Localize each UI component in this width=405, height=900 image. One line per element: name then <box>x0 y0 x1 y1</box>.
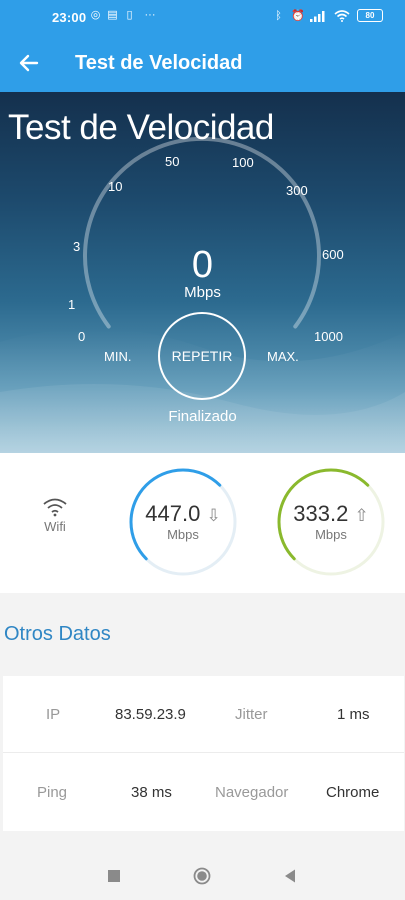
tick-label: 300 <box>286 183 308 198</box>
download-value: 447.0 <box>145 501 201 526</box>
download-value-row: 447.0 ⇩ <box>128 501 238 527</box>
current-speed: 0 <box>191 244 214 286</box>
tick-label: 50 <box>165 154 180 169</box>
upload-arrow-icon: ⇧ <box>354 506 369 525</box>
ip-label: IP <box>46 706 61 723</box>
upload-value: 333.2 <box>293 501 349 526</box>
test-status: Finalizado <box>168 408 237 425</box>
min-label: MIN. <box>104 349 132 364</box>
tick-label: 10 <box>108 179 123 194</box>
jitter-value: 1 ms <box>337 706 370 723</box>
upload-result: 333.2 ⇧ Mbps <box>276 467 386 577</box>
system-nav-bar <box>0 851 405 900</box>
repeat-button[interactable]: REPETIR <box>158 312 246 400</box>
back-nav-icon[interactable] <box>281 867 299 885</box>
tick-label: 0 <box>78 329 86 344</box>
data-row: Ping 38 ms Navegador Chrome <box>3 754 404 831</box>
app-bar: Test de Velocidad <box>0 34 405 92</box>
upload-value-row: 333.2 ⇧ <box>276 501 386 527</box>
max-label: MAX. <box>267 349 299 364</box>
data-row: IP 83.59.23.9 Jitter 1 ms <box>3 676 404 753</box>
home-icon[interactable] <box>193 867 211 885</box>
whatsapp-icon: ◎ <box>90 9 101 21</box>
jitter-label: Jitter <box>235 706 268 723</box>
results-panel: Wifi 447.0 ⇩ Mbps 333.2 ⇧ Mbps <box>0 453 405 593</box>
battery-icon: 80 <box>357 9 383 22</box>
system-icons: ᛒ ⏰ 80 <box>273 9 383 22</box>
ping-value: 38 ms <box>131 784 172 801</box>
app-bar-title: Test de Velocidad <box>75 52 243 74</box>
ip-value: 83.59.23.9 <box>115 706 186 723</box>
browser-value: Chrome <box>326 784 380 801</box>
tick-label: 1000 <box>314 329 343 344</box>
more-notifications-icon: ··· <box>144 9 156 21</box>
download-result: 447.0 ⇩ Mbps <box>128 467 238 577</box>
recents-icon[interactable] <box>105 867 123 885</box>
connection-label: Wifi <box>44 519 66 534</box>
bluetooth-icon: ᛒ <box>275 9 282 22</box>
connection-type: Wifi <box>30 497 80 534</box>
speed-test-panel: Test de Velocidad 0 1 3 10 50 100 300 60… <box>0 92 405 453</box>
download-arrow-icon: ⇩ <box>206 506 221 525</box>
signal-icon <box>310 10 325 22</box>
download-unit: Mbps <box>167 527 199 542</box>
browser-label: Navegador <box>215 784 289 801</box>
news-icon: ▤ <box>107 9 118 21</box>
alarm-icon: ⏰ <box>291 9 305 22</box>
status-time: 23:00 <box>52 10 87 25</box>
ping-label: Ping <box>37 784 68 801</box>
wifi-status-icon <box>334 9 350 22</box>
notification-icons: ◎ ▤ ▯ ··· <box>90 9 159 21</box>
other-data-card: IP 83.59.23.9 Jitter 1 ms Ping 38 ms Nav… <box>3 676 404 831</box>
wifi-icon <box>43 498 67 517</box>
upload-unit: Mbps <box>315 527 347 542</box>
current-speed-unit: Mbps <box>184 284 221 301</box>
hero-title: Test de Velocidad <box>8 108 274 147</box>
back-arrow-icon[interactable] <box>16 50 42 76</box>
other-data-title: Otros Datos <box>4 623 111 645</box>
status-bar: 23:00 ◎ ▤ ▯ ··· ᛒ ⏰ 80 <box>0 0 405 34</box>
sd-card-icon: ▯ <box>126 9 133 21</box>
tick-label: 100 <box>232 155 254 170</box>
